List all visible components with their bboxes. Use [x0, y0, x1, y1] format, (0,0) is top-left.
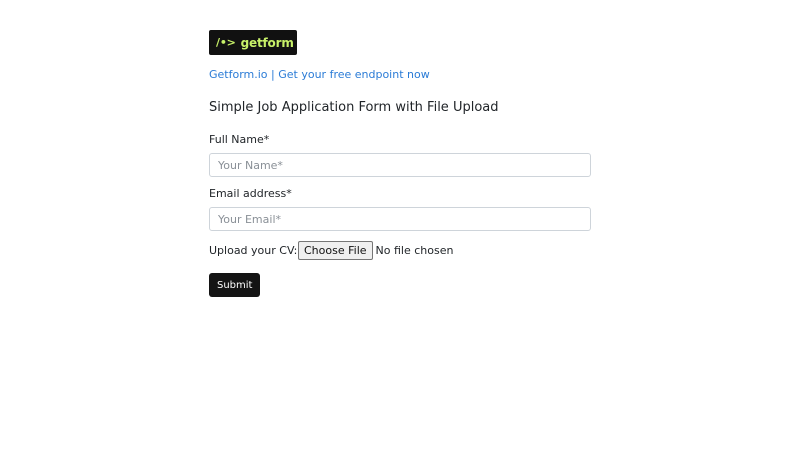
- choose-file-button[interactable]: Choose File: [298, 241, 373, 260]
- getform-endpoint-link[interactable]: Getform.io | Get your free endpoint now: [209, 67, 591, 83]
- logo-text: getform: [240, 35, 294, 50]
- getform-logo[interactable]: /•> getform: [209, 30, 297, 55]
- full-name-label: Full Name*: [209, 133, 270, 146]
- email-input[interactable]: [209, 207, 591, 231]
- logo-arrow-icon: /•>: [216, 36, 236, 49]
- file-status-text: No file chosen: [375, 244, 454, 257]
- email-label: Email address*: [209, 187, 292, 200]
- form-container: /•> getform Getform.io | Get your free e…: [209, 30, 591, 297]
- form-title: Simple Job Application Form with File Up…: [209, 100, 499, 115]
- full-name-input[interactable]: [209, 153, 591, 177]
- page: /•> getform Getform.io | Get your free e…: [0, 0, 800, 450]
- submit-button[interactable]: Submit: [209, 273, 261, 297]
- cv-upload-row: Upload your CV: Choose File No file chos…: [209, 241, 591, 260]
- cv-upload-label: Upload your CV:: [209, 243, 298, 257]
